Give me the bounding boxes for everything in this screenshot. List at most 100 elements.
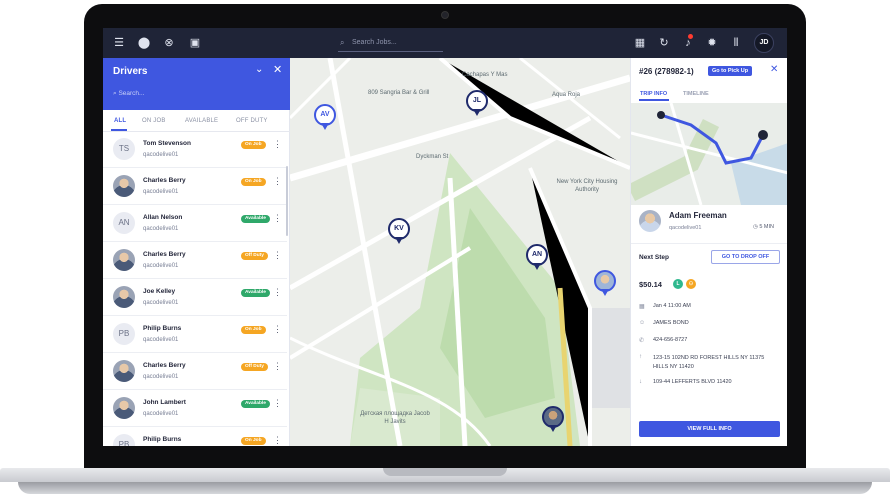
avatar [113, 360, 135, 382]
history-icon[interactable]: ↻ [657, 36, 671, 50]
app-screen: ☰ ⬤ ⊗ ▣ ⌕ Search Jobs... ▦ ↻ ♪ ✹ ⫴ JD Dr… [103, 28, 787, 446]
more-options-icon[interactable]: ⋮ [273, 287, 282, 298]
driver-username: qacodelive01 [143, 226, 179, 232]
view-full-info-button[interactable]: VIEW FULL INFO [639, 421, 780, 437]
search-input[interactable]: ⌕ Search Jobs... [338, 34, 443, 52]
driver-name: Charles Berry [143, 251, 186, 258]
trip-panel: #26 (278982-1) Go to Pick Up ✕ TRIP INFO… [630, 58, 787, 446]
search-icon: ⌕ [340, 38, 345, 47]
tab-underline [111, 129, 127, 131]
status-badge: On Job [241, 326, 266, 334]
driver-name: John Lambert [143, 399, 186, 406]
more-options-icon[interactable]: ⋮ [273, 324, 282, 335]
more-options-icon[interactable]: ⋮ [273, 361, 282, 372]
map-label-aqua: Aqua Roja [552, 92, 581, 98]
driver-row[interactable]: Joe Kelley qacodelive01 Available ⋮ [103, 280, 287, 316]
driver-name: Allan Nelson [143, 214, 183, 221]
close-icon[interactable]: ✕ [770, 64, 778, 75]
driver-row[interactable]: AN Allan Nelson qacodelive01 Available ⋮ [103, 206, 287, 242]
driver-row[interactable]: Charles Berry qacodelive01 On Job ⋮ [103, 169, 287, 205]
driver-username: qacodelive01 [143, 189, 179, 195]
chip-orange: ⚇ [686, 279, 696, 289]
map-canvas [290, 58, 630, 446]
gear-icon[interactable]: ✹ [705, 36, 719, 50]
driver-name: Charles Berry [143, 362, 186, 369]
driver-username: qacodelive01 [143, 300, 179, 306]
driver-name: Tom Stevenson [143, 140, 191, 147]
calendar-icon: ▦ [639, 304, 645, 310]
more-options-icon[interactable]: ⋮ [273, 176, 282, 187]
car-icon[interactable]: ▣ [188, 36, 202, 50]
trip-price: $50.14 [639, 280, 662, 289]
chip-l: L [673, 279, 683, 289]
calendar-icon[interactable]: ▦ [633, 36, 647, 50]
driver-name: Charles Berry [143, 177, 186, 184]
driver-username: qacodelive01 [143, 152, 179, 158]
menu-icon[interactable]: ☰ [112, 36, 126, 50]
trip-tab-underline [639, 99, 669, 101]
drivers-tabs: ALL ON JOB AVAILABLE OFF DUTY [103, 110, 290, 132]
status-badge: On Job [241, 178, 266, 186]
map-pin-an[interactable]: AN [526, 244, 548, 270]
more-options-icon[interactable]: ⋮ [273, 435, 282, 446]
map-pin-kv[interactable]: KV [388, 218, 410, 244]
close-icon[interactable]: ✕ [273, 63, 282, 76]
map[interactable]: 809 Sangria Bar & Grill Aqua Roja Cachap… [290, 58, 630, 446]
user-avatar[interactable]: JD [754, 33, 774, 53]
next-step-label: Next Step [639, 254, 669, 261]
search-placeholder: Search Jobs... [352, 39, 397, 46]
avatar: TS [113, 138, 135, 160]
avatar [113, 397, 135, 419]
driver-username: qacodelive01 [669, 225, 702, 231]
status-badge: On Job [241, 437, 266, 445]
more-options-icon[interactable]: ⋮ [273, 250, 282, 261]
tab-on-job[interactable]: ON JOB [142, 118, 166, 124]
driver-row[interactable]: PB Philip Burns On Job ⋮ [103, 428, 287, 446]
tab-trip-info[interactable]: TRIP INFO [640, 91, 667, 97]
tab-timeline[interactable]: TIMELINE [683, 91, 709, 97]
phone-icon: ✆ [639, 338, 645, 344]
location-icon[interactable]: ⬤ [137, 36, 151, 50]
drivers-title: Drivers [113, 66, 148, 77]
driver-row[interactable]: TS Tom Stevenson qacodelive01 On Job ⋮ [103, 132, 287, 168]
notification-dot [688, 34, 693, 39]
status-badge: Available [241, 215, 270, 223]
tab-all[interactable]: ALL [114, 118, 126, 124]
driver-username: qacodelive01 [143, 411, 179, 417]
driver-row[interactable]: John Lambert qacodelive01 Available ⋮ [103, 391, 287, 427]
tab-off-duty[interactable]: OFF DUTY [236, 118, 268, 124]
drivers-search-input[interactable]: ⌕ Search... [113, 90, 144, 98]
avatar [113, 175, 135, 197]
chevron-down-icon[interactable]: ⌄ [255, 64, 263, 75]
more-options-icon[interactable]: ⋮ [273, 213, 282, 224]
go-to-pickup-button[interactable]: Go to Pick Up [708, 66, 753, 76]
driver-row[interactable]: Charles Berry qacodelive01 Off Duty ⋮ [103, 354, 287, 390]
laptop-base [0, 468, 890, 500]
status-badge: Available [241, 400, 270, 408]
driver-username: qacodelive01 [143, 337, 179, 343]
map-label-bar: 809 Sangria Bar & Grill [368, 90, 430, 96]
sliders-icon[interactable]: ⫴ [729, 36, 743, 50]
map-label-playground: Детская площадка Jacob H Javits [360, 411, 430, 425]
go-to-drop-off-button[interactable]: GO TO DROP OFF [711, 250, 780, 264]
camera [441, 11, 449, 19]
map-pin-photo-driver[interactable] [594, 270, 616, 296]
top-bar: ☰ ⬤ ⊗ ▣ ⌕ Search Jobs... ▦ ↻ ♪ ✹ ⫴ JD [103, 28, 787, 58]
more-options-icon[interactable]: ⋮ [273, 398, 282, 409]
driver-avatar [639, 210, 661, 232]
trip-route-map[interactable] [631, 103, 787, 205]
driver-row[interactable]: Charles Berry qacodelive01 Off Duty ⋮ [103, 243, 287, 279]
avatar: PB [113, 323, 135, 345]
tab-available[interactable]: AVAILABLE [185, 118, 218, 124]
scrollbar[interactable] [286, 166, 288, 236]
status-badge: Off Duty [241, 363, 268, 371]
driver-row[interactable]: PB Philip Burns qacodelive01 On Job ⋮ [103, 317, 287, 353]
map-label-dyckman: Dyckman St [416, 154, 449, 160]
driver-username: qacodelive01 [143, 263, 179, 269]
driver-name: Joe Kelley [143, 288, 176, 295]
map-pin-av[interactable]: AV [314, 104, 336, 130]
steering-icon[interactable]: ⊗ [162, 36, 176, 50]
more-options-icon[interactable]: ⋮ [273, 139, 282, 150]
map-pin-photo-driver-2[interactable] [542, 406, 564, 432]
map-pin-jl[interactable]: JL [466, 90, 488, 116]
